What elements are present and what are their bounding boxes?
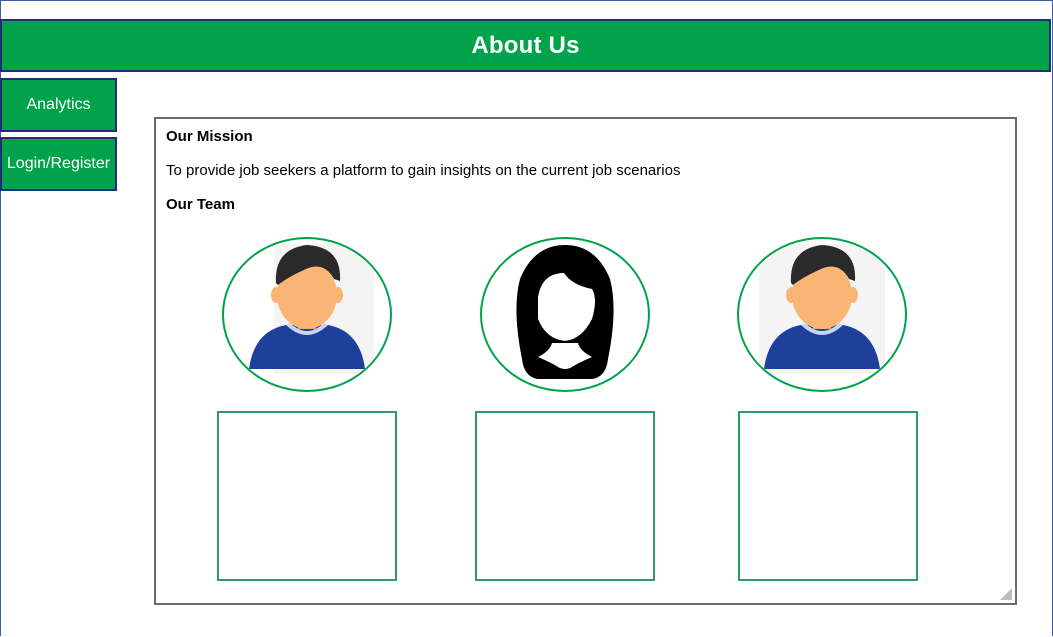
team-member-3-avatar: [737, 237, 907, 392]
team-member-2-card: [475, 411, 655, 581]
page-header: About Us: [0, 19, 1051, 72]
team-heading: Our Team: [166, 196, 235, 213]
male-avatar-icon: [249, 244, 374, 374]
resize-handle-icon[interactable]: [1000, 588, 1012, 600]
analytics-nav-button[interactable]: Analytics: [0, 78, 117, 132]
about-content-panel: Our Mission To provide job seekers a pla…: [154, 117, 1017, 605]
page-title: About Us: [471, 31, 580, 59]
team-member-1-avatar: [222, 237, 392, 392]
team-member-1-card: [217, 411, 397, 581]
male-avatar-icon: [759, 244, 885, 374]
login-register-nav-button[interactable]: Login/Register: [0, 137, 117, 191]
mission-heading: Our Mission: [166, 128, 253, 145]
team-member-2-avatar: [480, 237, 650, 392]
mission-text: To provide job seekers a platform to gai…: [166, 162, 681, 179]
team-member-3-card: [738, 411, 918, 581]
female-avatar-icon: [516, 245, 614, 379]
